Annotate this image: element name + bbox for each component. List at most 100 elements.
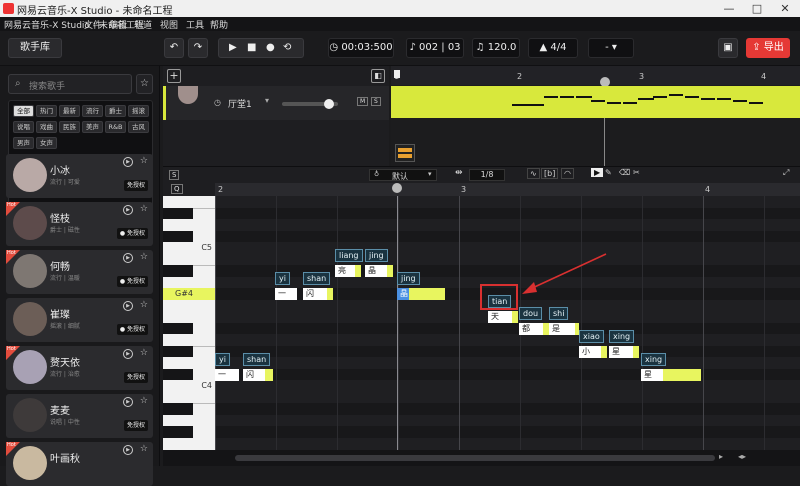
note-lyric[interactable]: 闪: [303, 288, 327, 300]
eraser-tool-icon[interactable]: ⌫: [619, 168, 630, 177]
snap-select[interactable]: ♁ 默认 ▾: [369, 169, 437, 181]
clip-thumbnail[interactable]: [395, 144, 415, 162]
menu-help[interactable]: 帮助: [210, 18, 228, 31]
scrollbar-thumb[interactable]: [235, 455, 715, 461]
play-preview-icon[interactable]: ▶: [123, 301, 133, 311]
star-icon[interactable]: ☆: [140, 156, 148, 166]
piano-keyboard[interactable]: C5 G#4 C4: [163, 196, 215, 450]
note-block[interactable]: 晶: [397, 288, 445, 300]
filter-chip[interactable]: 爵士: [105, 105, 126, 117]
undo-button[interactable]: ↶: [164, 38, 184, 58]
playhead-start-marker[interactable]: [394, 70, 400, 78]
filter-chip[interactable]: 最新: [59, 105, 80, 117]
note-lyric[interactable]: 一: [275, 288, 297, 300]
play-preview-icon[interactable]: ▶: [123, 205, 133, 215]
add-track-button[interactable]: +: [167, 69, 181, 83]
black-key[interactable]: [163, 426, 193, 438]
note-block[interactable]: 一: [215, 368, 239, 381]
singer-card[interactable]: 怪枝 爵士 | 磁性 ▶ ☆ ● 免授权 Hot: [6, 202, 153, 246]
note-grid[interactable]: 一 yi 闪 shan 一 yi 闪 shan 亮 liang 晶 jing 晶 jing 天 tian 都 do…: [215, 196, 800, 450]
note-pinyin[interactable]: yi: [275, 272, 290, 285]
play-preview-icon[interactable]: ▶: [123, 253, 133, 263]
vibrato-icon[interactable]: ◠: [561, 168, 574, 179]
note-pinyin[interactable]: xing: [609, 329, 635, 343]
note-lyric[interactable]: 亮: [335, 265, 355, 277]
note-block[interactable]: 都: [519, 322, 549, 335]
note-pinyin[interactable]: xing: [641, 352, 667, 366]
track-settings-button[interactable]: ◧: [371, 69, 385, 83]
menu-file[interactable]: 文件: [84, 18, 102, 31]
star-icon[interactable]: ☆: [140, 204, 148, 214]
note-block[interactable]: 晶: [365, 265, 393, 277]
play-preview-icon[interactable]: ▶: [123, 157, 133, 167]
note-lyric[interactable]: 都: [519, 322, 543, 335]
time-signature-display[interactable]: ▲ 4/4: [528, 38, 578, 58]
black-key[interactable]: [163, 265, 193, 277]
singer-card[interactable]: 小冰 流行 | 可爱 ▶ ☆ 免授权: [6, 154, 153, 198]
filter-chip[interactable]: 戏曲: [36, 121, 57, 133]
record-icon[interactable]: ●: [266, 39, 275, 57]
filter-chip[interactable]: 流行: [82, 105, 103, 117]
zoom-slider-icon[interactable]: ◂▸: [738, 452, 746, 461]
note-lyric[interactable]: 晶: [365, 265, 387, 277]
note-lyric[interactable]: 星: [609, 345, 633, 358]
note-lyric[interactable]: 一: [215, 368, 239, 381]
singer-card[interactable]: 叶画秋 ▶ ☆ Hot: [6, 442, 153, 486]
track-row[interactable]: ◷ 厅堂1 ▾ M S: [163, 86, 389, 120]
filter-chip[interactable]: 女声: [36, 137, 57, 149]
play-preview-icon[interactable]: ▶: [123, 397, 133, 407]
filter-chip[interactable]: 古风: [128, 121, 149, 133]
note-pinyin[interactable]: dou: [519, 306, 543, 320]
filter-chip[interactable]: 说唱: [13, 121, 34, 133]
note-lyric[interactable]: 星: [641, 368, 663, 381]
note-lyric[interactable]: 闪: [243, 368, 265, 381]
favorites-filter-button[interactable]: ☆: [136, 74, 153, 94]
tempo-display[interactable]: ♫ 120.0: [472, 38, 520, 58]
note-pinyin[interactable]: yi: [215, 352, 230, 366]
note-block[interactable]: 闪: [303, 288, 333, 300]
star-icon[interactable]: ☆: [140, 300, 148, 310]
star-icon[interactable]: ☆: [140, 252, 148, 262]
filter-chip[interactable]: 全部: [13, 105, 34, 117]
singer-card[interactable]: 何畅 流行 | 温暖 ▶ ☆ ● 免授权 Hot: [6, 250, 153, 294]
stop-icon[interactable]: ■: [247, 39, 256, 57]
loop-icon[interactable]: ⟲: [283, 39, 291, 57]
menu-edit[interactable]: 编辑: [109, 18, 127, 31]
black-key[interactable]: [163, 207, 193, 219]
star-icon[interactable]: ☆: [140, 348, 148, 358]
note-pinyin[interactable]: liang: [335, 249, 363, 262]
note-block[interactable]: 星: [641, 368, 701, 381]
singer-search-box[interactable]: ⌕ 搜索歌手: [8, 74, 132, 94]
select-tool-button[interactable]: S: [169, 170, 180, 180]
note-block[interactable]: 是: [549, 322, 579, 335]
black-key[interactable]: [163, 403, 193, 415]
star-icon[interactable]: ☆: [140, 396, 148, 406]
note-pinyin[interactable]: jing: [397, 272, 420, 285]
settings-button[interactable]: ▣: [718, 38, 738, 58]
track-name[interactable]: 厅堂1: [228, 97, 252, 110]
pointer-tool-icon[interactable]: ▶: [591, 168, 604, 177]
note-block[interactable]: 天: [488, 311, 518, 323]
singer-card[interactable]: 赘天依 流行 | 治愈 ▶ ☆ 免授权 Hot: [6, 346, 153, 390]
singer-library-button[interactable]: 歌手库: [8, 38, 62, 58]
singer-card[interactable]: 崔璨 摇滚 | 细腻 ▶ ☆ ● 免授权: [6, 298, 153, 342]
note-lyric[interactable]: 小: [579, 345, 601, 358]
fit-view-icon[interactable]: ⤢: [783, 168, 789, 178]
close-button[interactable]: ✕: [772, 1, 798, 16]
play-icon[interactable]: ▶: [229, 39, 237, 57]
note-block[interactable]: 小: [579, 345, 607, 358]
star-icon[interactable]: ☆: [140, 444, 148, 454]
export-button[interactable]: ⇪ 导出: [746, 38, 790, 58]
black-key[interactable]: [163, 230, 193, 242]
quantize-button[interactable]: Q: [171, 184, 183, 194]
phoneme-icon[interactable]: [b]: [541, 168, 559, 179]
quantize-icon[interactable]: ⇹: [455, 168, 463, 178]
note-block[interactable]: 闪: [243, 368, 273, 381]
maximize-button[interactable]: □: [744, 1, 770, 16]
quantize-value[interactable]: 1/8: [469, 169, 505, 181]
note-pinyin[interactable]: shi: [549, 306, 569, 320]
menu-tools[interactable]: 工具: [186, 18, 204, 31]
filter-chip[interactable]: 民族: [59, 121, 80, 133]
minimize-button[interactable]: —: [716, 1, 742, 16]
search-input[interactable]: 搜索歌手: [29, 79, 65, 92]
